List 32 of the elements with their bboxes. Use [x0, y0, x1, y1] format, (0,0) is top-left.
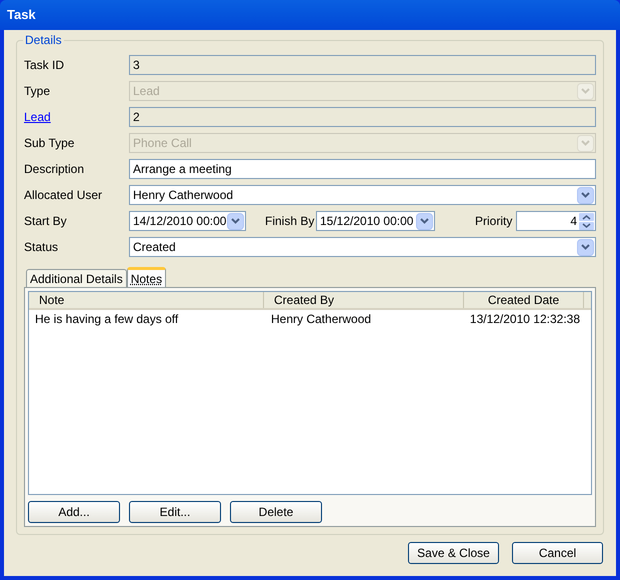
- tab[interactable]: Additional Details: [26, 269, 127, 287]
- date-picker[interactable]: 14/12/2010 00:00: [129, 211, 246, 231]
- input-field[interactable]: Arrange a meeting: [129, 159, 596, 179]
- field-label: Sub Type: [24, 135, 76, 152]
- list-cell-text: He is having a few days off: [34, 310, 180, 328]
- spinner-arrows-icon[interactable]: [579, 212, 594, 230]
- field-label: Start By: [24, 213, 68, 230]
- field-label: Description: [24, 161, 86, 178]
- button[interactable]: Save & Close: [408, 542, 499, 564]
- window-title: Task: [7, 6, 36, 24]
- dropdown[interactable]: Created: [129, 237, 596, 257]
- column-header[interactable]: Created By: [264, 292, 464, 308]
- list-cell-text: Henry Catherwood: [270, 310, 372, 328]
- list-row[interactable]: He is having a few days off Henry Catherwood 13/12/2010 12:32:38: [29, 310, 591, 327]
- field-label: Type: [24, 83, 52, 100]
- field-label: Finish By: [265, 213, 316, 230]
- column-header[interactable]: Note: [29, 292, 264, 308]
- button[interactable]: Cancel: [512, 542, 603, 564]
- list-cell-text: 13/12/2010 12:32:38: [468, 310, 581, 328]
- group-legend: Details: [23, 33, 64, 47]
- button[interactable]: Add...: [28, 501, 120, 523]
- dropdown[interactable]: Henry Catherwood: [129, 185, 596, 205]
- field-label: Priority: [475, 213, 514, 230]
- tab[interactable]: Notes: [126, 267, 166, 287]
- field-label: Status: [24, 239, 60, 256]
- button[interactable]: Edit...: [129, 501, 221, 523]
- date-picker[interactable]: 15/12/2010 00:00: [316, 211, 435, 231]
- number-spinner[interactable]: 4: [516, 211, 596, 231]
- button[interactable]: Delete: [230, 501, 322, 523]
- field-label: Task ID: [24, 57, 66, 74]
- column-header[interactable]: Created Date: [464, 292, 584, 308]
- field-label: Allocated User: [24, 187, 104, 204]
